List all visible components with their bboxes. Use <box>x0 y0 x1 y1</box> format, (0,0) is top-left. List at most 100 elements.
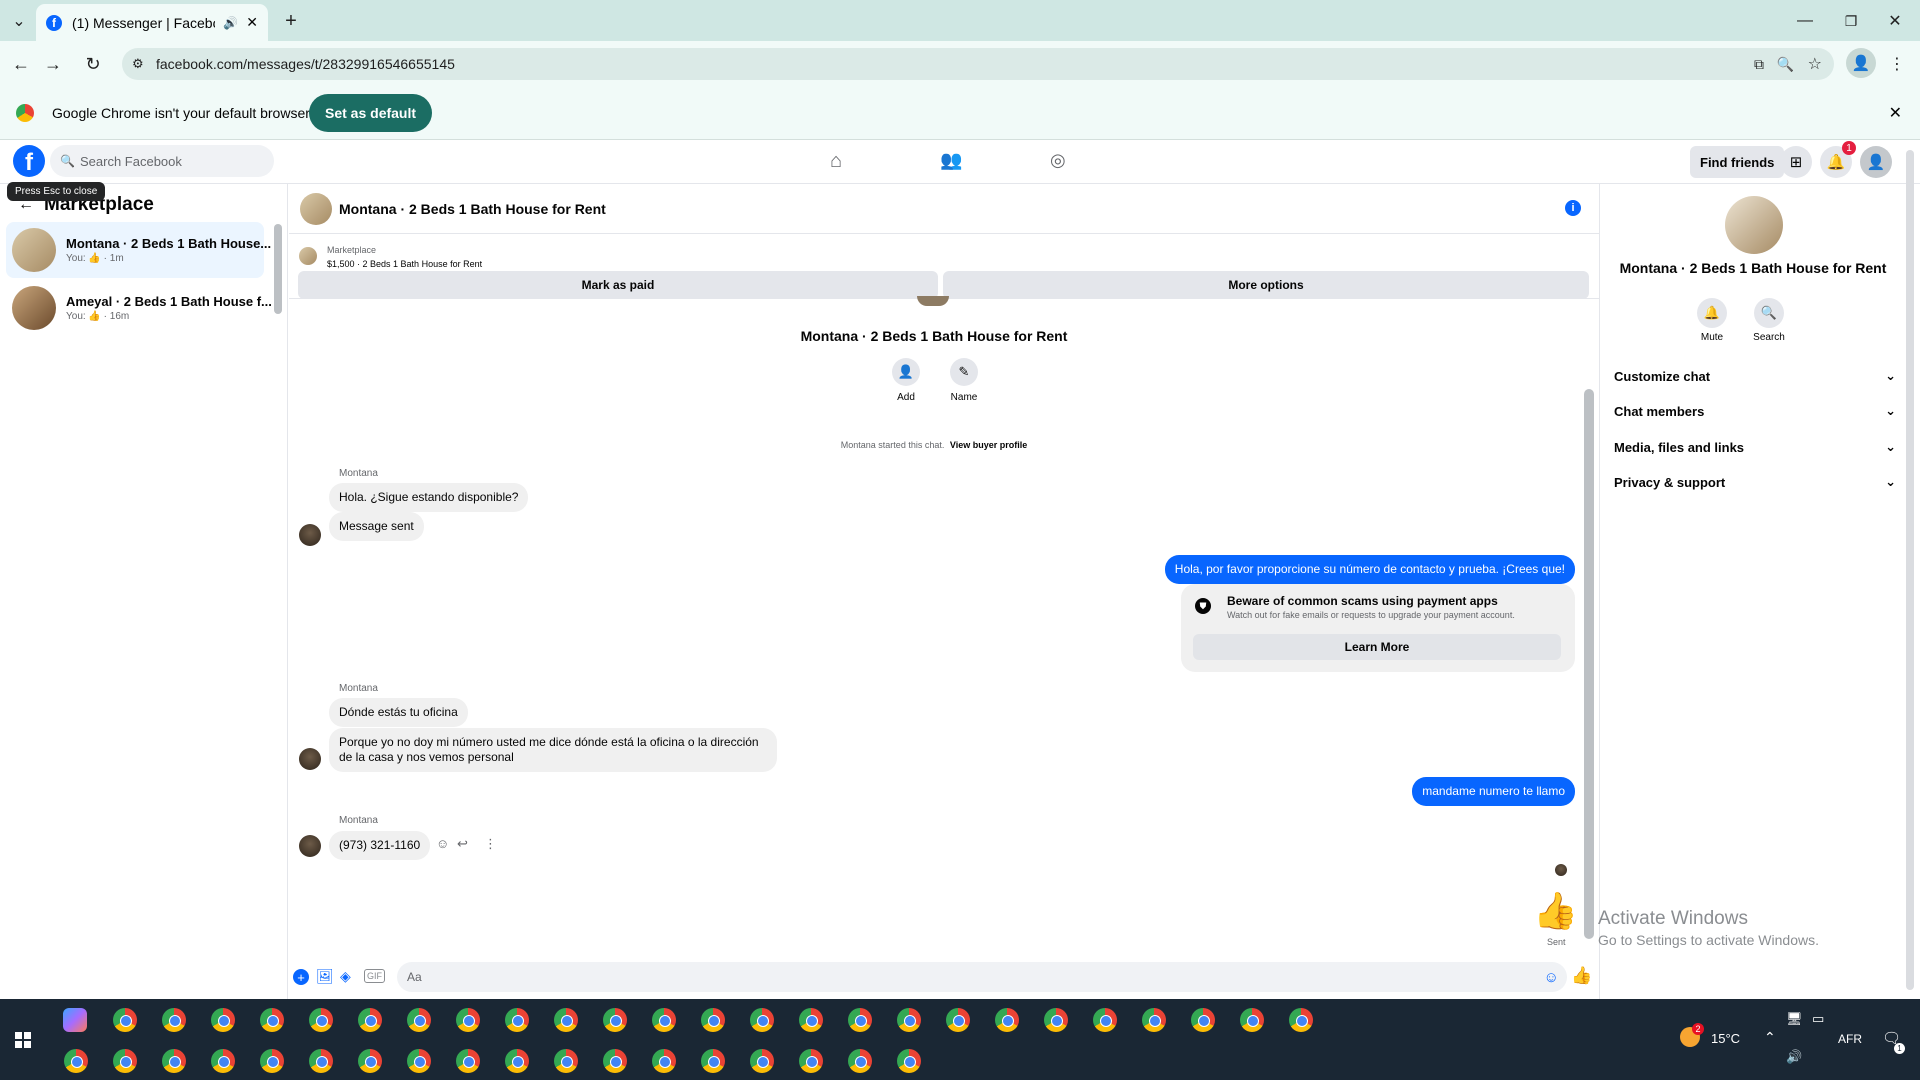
chrome-profile-taskbar-icon[interactable] <box>309 1049 333 1073</box>
chrome-profile-taskbar-icon[interactable] <box>1093 1008 1117 1032</box>
learn-more-button[interactable]: Learn More <box>1193 634 1561 660</box>
chrome-profile-taskbar-icon[interactable] <box>64 1049 88 1073</box>
chrome-profile-taskbar-icon[interactable] <box>701 1049 725 1073</box>
mark-as-paid-button[interactable]: Mark as paid <box>298 271 938 299</box>
chrome-profile-taskbar-icon[interactable] <box>652 1008 676 1032</box>
chrome-profile-taskbar-icon[interactable] <box>701 1008 725 1032</box>
message-bubble-incoming[interactable]: Porque yo no doy mi número usted me dice… <box>329 728 777 772</box>
chrome-profile-taskbar-icon[interactable] <box>358 1049 382 1073</box>
menu-kebab-icon[interactable]: ⋮ <box>1884 51 1910 77</box>
emoji-icon[interactable]: ☺ <box>1544 969 1559 986</box>
home-icon[interactable]: ⌂ <box>830 150 842 173</box>
page-scrollbar[interactable] <box>1906 150 1914 990</box>
chrome-profile-taskbar-icon[interactable] <box>407 1049 431 1073</box>
address-bar[interactable]: ⚙ facebook.com/messages/t/28329916546655… <box>122 48 1834 80</box>
volume-icon[interactable]: 🔊 <box>1786 1049 1802 1065</box>
chrome-profile-taskbar-icon[interactable] <box>456 1008 480 1032</box>
chrome-profile-taskbar-icon[interactable] <box>211 1008 235 1032</box>
plus-icon[interactable]: + <box>293 969 309 985</box>
back-icon[interactable]: ← <box>8 51 34 77</box>
chrome-profile-taskbar-icon[interactable] <box>750 1049 774 1073</box>
chrome-profile-taskbar-icon[interactable] <box>505 1008 529 1032</box>
media-files-section[interactable]: Media, files and links ⌄ <box>1614 433 1896 461</box>
chrome-profile-taskbar-icon[interactable] <box>848 1049 872 1073</box>
menu-grid-icon[interactable]: ⊞ <box>1780 146 1812 178</box>
windows-start-icon[interactable] <box>15 1032 31 1048</box>
chat-members-section[interactable]: Chat members ⌄ <box>1614 397 1896 425</box>
sticker-icon[interactable]: ◈ <box>340 968 351 985</box>
info-icon[interactable]: i <box>1565 200 1581 216</box>
new-tab-icon[interactable]: + <box>278 8 304 34</box>
window-close-icon[interactable]: ✕ <box>1882 8 1908 34</box>
reload-icon[interactable]: ↻ <box>80 51 106 77</box>
infobar-close-icon[interactable]: ✕ <box>1889 103 1902 123</box>
close-tab-icon[interactable]: ✕ <box>246 14 258 31</box>
temperature[interactable]: 15°C <box>1711 1031 1740 1046</box>
install-icon[interactable]: ⧉ <box>1754 56 1764 73</box>
message-bubble-incoming[interactable]: Dónde estás tu oficina <box>329 698 468 727</box>
chrome-profile-taskbar-icon[interactable] <box>211 1049 235 1073</box>
chrome-profile-taskbar-icon[interactable] <box>995 1008 1019 1032</box>
message-bubble-incoming[interactable]: Message sent <box>329 512 424 541</box>
bookmark-star-icon[interactable]: ☆ <box>1808 54 1822 74</box>
chrome-profile-taskbar-icon[interactable] <box>799 1049 823 1073</box>
more-options-button[interactable]: More options <box>943 271 1589 299</box>
chrome-profile-taskbar-icon[interactable] <box>260 1008 284 1032</box>
reply-icon[interactable]: ↩ <box>457 836 468 852</box>
meet-icon[interactable]: ▭ <box>1812 1011 1824 1027</box>
sender-avatar[interactable] <box>299 748 321 770</box>
profile-icon[interactable]: 👤 <box>1846 48 1876 78</box>
chrome-profile-taskbar-icon[interactable] <box>1191 1008 1215 1032</box>
chrome-profile-taskbar-icon[interactable] <box>162 1049 186 1073</box>
chrome-profile-taskbar-icon[interactable] <box>897 1008 921 1032</box>
browser-tab[interactable]: f (1) Messenger | Facebook 🔊 ✕ <box>36 4 268 41</box>
chrome-profile-taskbar-icon[interactable] <box>1289 1008 1313 1032</box>
chrome-profile-taskbar-icon[interactable] <box>113 1008 137 1032</box>
groups-icon[interactable]: ◎ <box>1050 150 1066 171</box>
edit-name-icon[interactable]: ✎ <box>950 358 978 386</box>
chat-scrollbar[interactable] <box>1584 389 1594 939</box>
set-as-default-button[interactable]: Set as default <box>309 94 433 132</box>
gif-icon[interactable]: GIF <box>364 969 385 983</box>
zoom-icon[interactable]: 🔍 <box>1777 56 1794 73</box>
restore-icon[interactable]: ❐ <box>1838 8 1864 34</box>
chrome-profile-taskbar-icon[interactable] <box>897 1049 921 1073</box>
sender-avatar[interactable] <box>299 524 321 546</box>
list-scrollbar[interactable] <box>274 224 282 314</box>
chrome-profile-taskbar-icon[interactable] <box>652 1049 676 1073</box>
chat-header-avatar[interactable] <box>300 193 332 225</box>
mute-bell-icon[interactable]: 🔔 <box>1697 298 1727 328</box>
chrome-profile-taskbar-icon[interactable] <box>554 1049 578 1073</box>
site-info-icon[interactable]: ⚙ <box>132 56 144 72</box>
chat-header-title[interactable]: Montana · 2 Beds 1 Bath House for Rent <box>339 201 606 217</box>
message-bubble-outgoing[interactable]: mandame numero te llamo <box>1412 777 1575 806</box>
facebook-logo-icon[interactable]: f <box>13 145 45 177</box>
friends-icon[interactable]: 👥 <box>940 150 962 171</box>
customize-chat-section[interactable]: Customize chat ⌄ <box>1614 362 1896 390</box>
chrome-profile-taskbar-icon[interactable] <box>848 1008 872 1032</box>
privacy-support-section[interactable]: Privacy & support ⌄ <box>1614 468 1896 496</box>
search-input[interactable]: 🔍 Search Facebook <box>50 145 274 177</box>
forward-icon[interactable]: → <box>40 51 66 77</box>
sender-avatar[interactable] <box>299 835 321 857</box>
more-actions-icon[interactable]: ⋮ <box>484 836 497 852</box>
message-bubble-incoming[interactable]: (973) 321-1160 <box>329 831 431 860</box>
like-thumbs-up-icon[interactable]: 👍 <box>1533 890 1578 932</box>
send-like-icon[interactable]: 👍 <box>1571 966 1592 986</box>
chrome-profile-taskbar-icon[interactable] <box>309 1008 333 1032</box>
conversation-item[interactable]: Ameyal · 2 Beds 1 Bath House f... You: 👍… <box>6 280 272 336</box>
network-icon[interactable]: 🖥 <box>1786 1011 1803 1027</box>
photo-icon[interactable]: 🖼 <box>316 968 334 985</box>
chrome-profile-taskbar-icon[interactable] <box>799 1008 823 1032</box>
find-friends-button[interactable]: Find friends <box>1690 146 1785 178</box>
chrome-profile-taskbar-icon[interactable] <box>505 1049 529 1073</box>
conversation-item[interactable]: Montana · 2 Beds 1 Bath House... You: 👍 … <box>6 222 271 278</box>
chrome-profile-taskbar-icon[interactable] <box>603 1008 627 1032</box>
chrome-profile-taskbar-icon[interactable] <box>260 1049 284 1073</box>
chrome-profile-taskbar-icon[interactable] <box>113 1049 137 1073</box>
view-buyer-link[interactable]: View buyer profile <box>950 440 1027 450</box>
copilot-icon[interactable] <box>63 1008 87 1032</box>
speaker-icon[interactable]: 🔊 <box>223 16 238 30</box>
chevron-up-icon[interactable]: ⌃ <box>1764 1029 1776 1046</box>
search-icon[interactable]: 🔍 <box>1754 298 1784 328</box>
